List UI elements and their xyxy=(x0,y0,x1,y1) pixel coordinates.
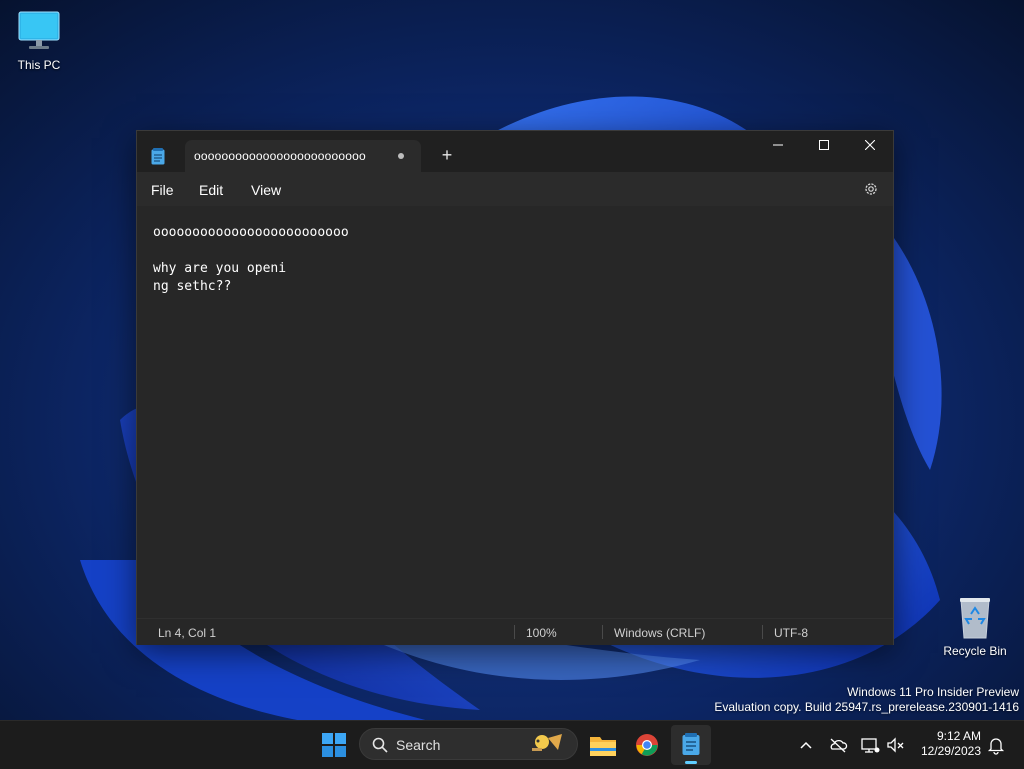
start-button[interactable] xyxy=(314,725,354,765)
chrome-icon xyxy=(636,734,658,756)
menu-bar: File Edit View xyxy=(137,172,893,206)
watermark-edition: Windows 11 Pro Insider Preview xyxy=(847,685,1019,699)
maximize-icon xyxy=(819,140,829,150)
file-explorer-button[interactable] xyxy=(583,725,623,765)
menu-edit[interactable]: Edit xyxy=(199,182,223,198)
search-icon xyxy=(372,737,388,753)
file-explorer-icon xyxy=(590,737,616,756)
menu-view[interactable]: View xyxy=(251,182,281,198)
tab-title: ooooooooooooooooooooooooo xyxy=(194,149,366,163)
zoom-level[interactable]: 100% xyxy=(526,626,557,640)
new-tab-button[interactable]: + xyxy=(439,146,455,164)
title-bar[interactable]: ooooooooooooooooooooooooo + xyxy=(137,131,893,172)
recycle-bin-icon xyxy=(951,596,999,640)
editor-content[interactable]: ooooooooooooooooooooooooo why are you op… xyxy=(153,224,349,296)
line-ending[interactable]: Windows (CRLF) xyxy=(614,626,705,640)
unsaved-changes-dot[interactable] xyxy=(398,153,404,159)
desktop-icon-this-pc[interactable]: This PC xyxy=(1,10,77,72)
notepad-icon xyxy=(682,733,700,755)
taskbar: Search 9:12 AM 12/29/2023 xyxy=(0,720,1024,769)
text-editor[interactable]: ooooooooooooooooooooooooo why are you op… xyxy=(137,206,893,618)
minimize-button[interactable] xyxy=(755,131,801,161)
notification-bell-icon[interactable] xyxy=(986,735,1006,755)
notepad-taskbar-button[interactable] xyxy=(671,725,711,765)
network-icon[interactable] xyxy=(860,735,880,755)
status-divider xyxy=(602,625,603,639)
clock-date: 12/29/2023 xyxy=(920,744,981,758)
document-tab[interactable]: ooooooooooooooooooooooooo xyxy=(185,140,421,172)
cursor-position[interactable]: Ln 4, Col 1 xyxy=(158,626,216,640)
onedrive-icon[interactable] xyxy=(828,735,848,755)
desktop-icon-label: Recycle Bin xyxy=(943,644,1007,658)
desktop-icon-recycle-bin[interactable]: Recycle Bin xyxy=(937,596,1013,658)
desktop-icon-label: This PC xyxy=(17,58,61,72)
search-placeholder: Search xyxy=(396,737,441,753)
gear-icon[interactable] xyxy=(863,181,879,197)
close-button[interactable] xyxy=(847,131,893,161)
notepad-icon xyxy=(151,148,165,165)
taskbar-search[interactable]: Search xyxy=(359,728,578,760)
minimize-icon xyxy=(773,144,783,146)
chevron-up-icon[interactable] xyxy=(796,735,816,755)
status-bar: Ln 4, Col 1 100% Windows (CRLF) UTF-8 xyxy=(137,618,893,645)
encoding[interactable]: UTF-8 xyxy=(774,626,808,640)
clock[interactable]: 9:12 AM 12/29/2023 xyxy=(921,729,981,759)
start-icon xyxy=(322,733,346,757)
maximize-button[interactable] xyxy=(801,131,847,161)
notepad-window: ooooooooooooooooooooooooo + File Edit Vi… xyxy=(136,130,894,645)
monitor-icon xyxy=(15,10,63,54)
clock-time: 9:12 AM xyxy=(936,729,981,743)
menu-file[interactable]: File xyxy=(151,182,174,198)
evaluation-watermark: Windows 11 Pro Insider Preview Evaluatio… xyxy=(714,685,1019,715)
status-divider xyxy=(762,625,763,639)
volume-muted-icon[interactable] xyxy=(886,735,906,755)
chrome-button[interactable] xyxy=(627,725,667,765)
search-highlight-icon xyxy=(532,734,562,751)
status-divider xyxy=(514,625,515,639)
watermark-build: Evaluation copy. Build 25947.rs_prerelea… xyxy=(714,700,1019,714)
close-icon xyxy=(864,139,876,151)
running-indicator xyxy=(685,761,697,764)
